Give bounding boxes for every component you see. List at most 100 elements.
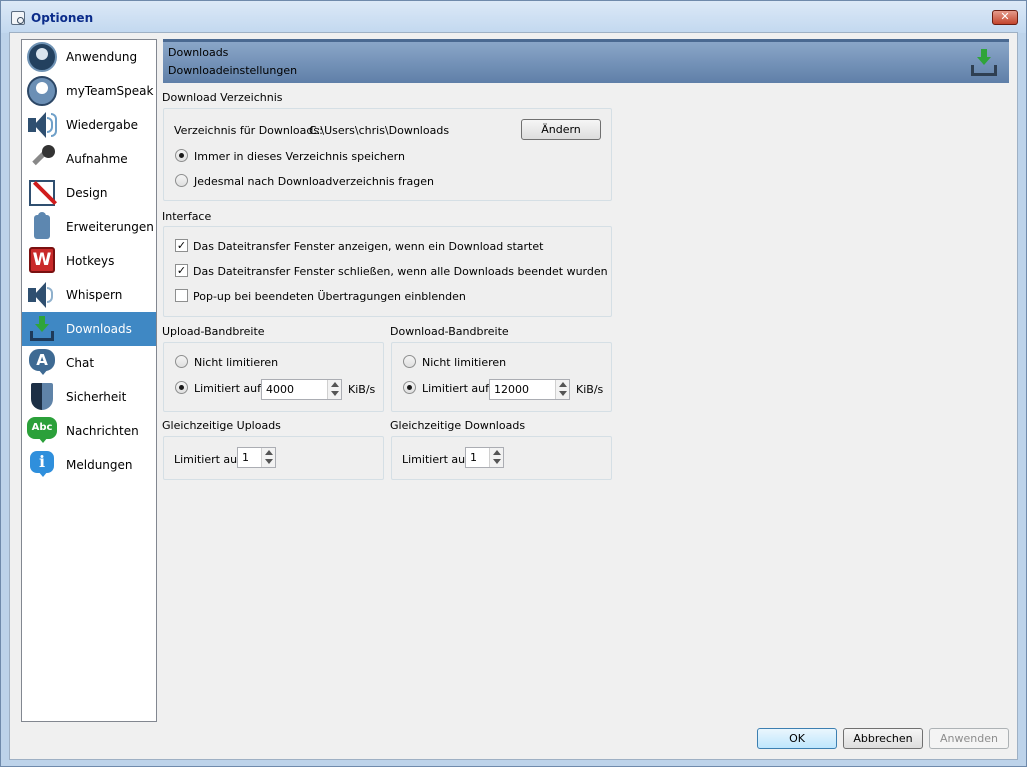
spin-up-icon[interactable] [559,382,567,387]
puzzle-icon [26,212,58,242]
sidebar-item-sicherheit[interactable]: Sicherheit [22,380,156,414]
sidebar-item-anwendung[interactable]: Anwendung [22,40,156,74]
download-limit-value: 12000 [494,383,529,396]
apply-button[interactable]: Anwenden [929,728,1009,749]
sidebar-nav: Anwendung myTeamSpeak Wiedergabe Aufnahm… [21,39,157,722]
radio-download-unlimited-label: Nicht limitieren [422,356,507,369]
upload-limit-spinbox[interactable]: 4000 [261,379,342,400]
page-subtitle: Downloadeinstellungen [168,64,298,77]
sidebar-item-label: Nachrichten [66,424,139,438]
download-unit: KiB/s [576,383,604,396]
download-icon [969,48,999,78]
sidebar-item-aufnahme[interactable]: Aufnahme [22,142,156,176]
sidebar-item-whispern[interactable]: Whispern [22,278,156,312]
sidebar-item-label: Sicherheit [66,390,127,404]
whisper-icon [26,280,58,310]
spin-down-icon[interactable] [265,459,273,464]
download-limit-spinbox[interactable]: 12000 [489,379,570,400]
radio-always-save-label: Immer in dieses Verzeichnis speichern [194,150,405,163]
hotkey-icon: W [26,246,58,276]
checkbox-close-transfer-window-label: Das Dateitransfer Fenster schließen, wen… [193,265,608,278]
sidebar-item-label: Aufnahme [66,152,128,166]
spin-buttons[interactable] [555,380,569,399]
section-download-bandwidth: Download-Bandbreite [390,325,509,338]
concurrent-downloads-spinbox[interactable]: 1 [465,447,504,468]
dialog-body: Anwendung myTeamSpeak Wiedergabe Aufnahm… [9,32,1018,760]
ok-button[interactable]: OK [757,728,837,749]
radio-download-unlimited[interactable] [403,355,416,368]
checkbox-popup-finished[interactable] [175,289,188,302]
page-header-banner: Downloads Downloadeinstellungen [163,39,1009,83]
download-icon [26,314,58,344]
download-directory-group: Verzeichnis für Downloads: C:\Users\chri… [163,108,612,201]
spin-buttons[interactable] [489,448,503,467]
user-icon [26,76,58,106]
radio-upload-limited[interactable] [175,381,188,394]
spin-down-icon[interactable] [559,391,567,396]
radio-ask-directory[interactable] [175,174,188,187]
radio-upload-unlimited[interactable] [175,355,188,368]
sidebar-item-erweiterungen[interactable]: Erweiterungen [22,210,156,244]
interface-group: ✓ Das Dateitransfer Fenster anzeigen, we… [163,226,612,317]
spin-buttons[interactable] [261,448,275,467]
sidebar-item-label: Whispern [66,288,123,302]
sidebar-item-meldungen[interactable]: i Meldungen [22,448,156,482]
design-icon [26,178,58,208]
speaker-icon [26,110,58,140]
concurrent-downloads-group: Limitiert auf 1 [391,436,612,480]
checkbox-popup-finished-label: Pop-up bei beendeten Übertragungen einbl… [193,290,466,303]
sidebar-item-label: Downloads [66,322,132,336]
radio-upload-unlimited-label: Nicht limitieren [194,356,279,369]
sidebar-item-myteamspeak[interactable]: myTeamSpeak [22,74,156,108]
checkbox-close-transfer-window[interactable]: ✓ [175,264,188,277]
page-title: Downloads [168,46,229,59]
sidebar-item-nachrichten[interactable]: Abc Nachrichten [22,414,156,448]
directory-label: Verzeichnis für Downloads: [174,124,323,137]
spin-buttons[interactable] [327,380,341,399]
cancel-button[interactable]: Abbrechen [843,728,923,749]
messages-icon: Abc [26,416,58,446]
spin-up-icon[interactable] [331,382,339,387]
concurrent-uploads-value: 1 [242,451,249,464]
sidebar-item-chat[interactable]: A Chat [22,346,156,380]
concurrent-uploads-label: Limitiert auf [174,453,242,466]
sidebar-item-wiedergabe[interactable]: Wiedergabe [22,108,156,142]
spin-up-icon[interactable] [265,450,273,455]
section-upload-bandwidth: Upload-Bandbreite [162,325,265,338]
sidebar-item-label: Design [66,186,108,200]
sidebar-item-hotkeys[interactable]: W Hotkeys [22,244,156,278]
sidebar-item-label: Wiedergabe [66,118,139,132]
checkbox-show-transfer-window-label: Das Dateitransfer Fenster anzeigen, wenn… [193,240,544,253]
spin-down-icon[interactable] [331,391,339,396]
section-concurrent-downloads: Gleichzeitige Downloads [390,419,526,432]
sidebar-item-design[interactable]: Design [22,176,156,210]
sidebar-item-label: Anwendung [66,50,138,64]
radio-always-save[interactable] [175,149,188,162]
window-title: Optionen [31,11,94,25]
section-concurrent-uploads: Gleichzeitige Uploads [162,419,281,432]
concurrent-uploads-group: Limitiert auf 1 [163,436,384,480]
close-button[interactable]: ✕ [992,10,1018,25]
upload-limit-value: 4000 [266,383,294,396]
checkbox-show-transfer-window[interactable]: ✓ [175,239,188,252]
change-directory-button[interactable]: Ändern [521,119,601,140]
radio-ask-directory-label: Jedesmal nach Downloadverzeichnis fragen [194,175,434,188]
radio-download-limited[interactable] [403,381,416,394]
options-window: Optionen ✕ Anwendung myTeamSpeak Wiederg… [0,0,1027,767]
radio-upload-limited-label: Limitiert auf [194,382,262,395]
info-icon: i [26,450,58,480]
concurrent-uploads-spinbox[interactable]: 1 [237,447,276,468]
spin-down-icon[interactable] [493,459,501,464]
sidebar-item-label: Hotkeys [66,254,115,268]
headset-icon [26,42,58,72]
sidebar-item-label: Erweiterungen [66,220,154,234]
section-download-directory: Download Verzeichnis [162,91,283,104]
section-interface: Interface [162,210,212,223]
sidebar-item-downloads[interactable]: Downloads [22,312,156,346]
concurrent-downloads-value: 1 [470,451,477,464]
shield-icon [26,382,58,412]
sidebar-item-label: myTeamSpeak [66,84,154,98]
upload-unit: KiB/s [348,383,376,396]
sidebar-item-label: Chat [66,356,95,370]
spin-up-icon[interactable] [493,450,501,455]
